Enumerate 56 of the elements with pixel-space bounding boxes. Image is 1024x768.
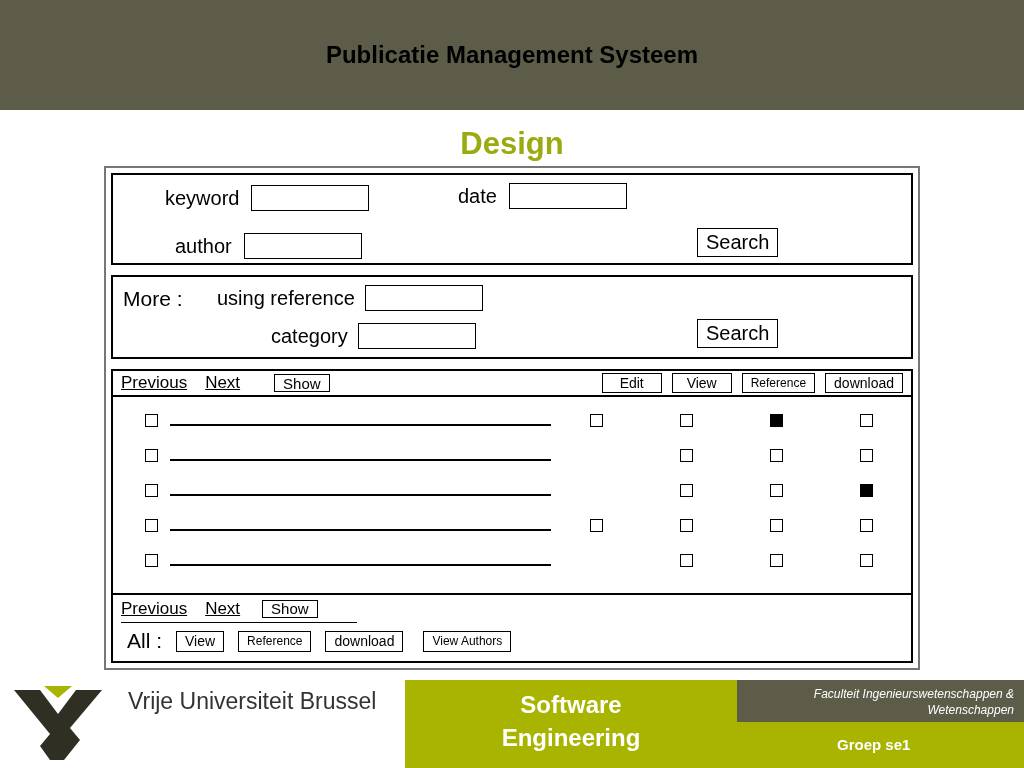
mock-button[interactable]: download: [325, 630, 404, 652]
field-label: using reference: [217, 286, 355, 311]
checkbox[interactable]: [859, 519, 873, 532]
checkbox[interactable]: [769, 484, 783, 497]
nav-link[interactable]: Previous: [121, 370, 188, 396]
input-field[interactable]: [508, 183, 627, 209]
group-label: Groep se1: [837, 735, 912, 755]
checkbox[interactable]: [145, 554, 158, 567]
checkbox[interactable]: [679, 484, 693, 497]
checkbox[interactable]: [145, 519, 158, 532]
checkbox[interactable]: [769, 519, 783, 532]
checkbox[interactable]: [679, 554, 693, 567]
checkbox[interactable]: [859, 484, 873, 497]
mock-button[interactable]: Show: [274, 374, 330, 392]
nav-link[interactable]: Next: [205, 370, 241, 396]
field-label: keyword: [165, 186, 240, 211]
mock-button[interactable]: View: [671, 373, 732, 393]
input-field[interactable]: [251, 185, 370, 211]
input-field[interactable]: [364, 285, 483, 311]
slide-header-title: Publicatie Management Systeem: [325, 40, 699, 70]
input-field[interactable]: [357, 323, 476, 349]
checkbox[interactable]: [769, 449, 783, 462]
mock-button[interactable]: download: [825, 373, 903, 393]
slide-title: Design: [460, 128, 564, 159]
checkbox[interactable]: [859, 554, 873, 567]
university-name: Vrije Universiteit Brussel: [128, 687, 377, 716]
mock-button[interactable]: Search: [697, 227, 779, 257]
checkbox[interactable]: [679, 414, 693, 427]
mock-button[interactable]: Reference: [741, 373, 816, 393]
nav-link[interactable]: Next: [205, 595, 241, 622]
field-label: date: [458, 184, 497, 209]
course-title: Software Engineering: [500, 690, 642, 753]
checkbox[interactable]: [859, 414, 873, 427]
checkbox[interactable]: [769, 554, 783, 567]
field-label: author: [175, 234, 232, 259]
field-label: category: [271, 324, 348, 349]
mock-button[interactable]: Reference: [238, 630, 312, 652]
checkbox[interactable]: [679, 519, 693, 532]
checkbox[interactable]: [859, 449, 873, 462]
checkbox[interactable]: [145, 449, 158, 462]
all-label: All :: [127, 628, 162, 655]
checkbox[interactable]: [589, 519, 603, 532]
mock-button[interactable]: Search: [697, 318, 779, 348]
checkbox[interactable]: [679, 449, 693, 462]
checkbox[interactable]: [589, 414, 603, 427]
mock-button[interactable]: Edit: [601, 373, 662, 393]
checkbox[interactable]: [145, 484, 158, 497]
mock-button[interactable]: Show: [262, 599, 318, 618]
input-field[interactable]: [243, 233, 362, 259]
checkbox[interactable]: [769, 414, 783, 427]
nav-link[interactable]: Previous: [121, 595, 188, 622]
more-heading: More :: [123, 286, 183, 312]
mock-button[interactable]: View: [176, 630, 225, 652]
checkbox[interactable]: [145, 414, 158, 427]
faculty-label: Faculteit Ingenieurswetenschappen & Wetenschappen: [737, 680, 1024, 722]
mock-button[interactable]: View Authors: [423, 630, 512, 652]
